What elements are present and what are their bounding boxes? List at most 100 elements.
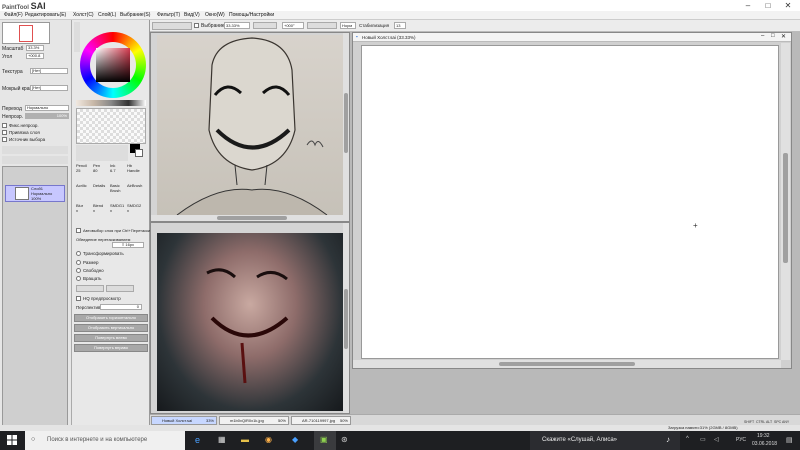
flip-horizontal-button[interactable]: Отобразить горизонтально xyxy=(74,314,148,322)
unity-icon[interactable]: ⊛ xyxy=(341,435,348,444)
brush-smdg2[interactable]: SMDG2 xyxy=(127,203,141,208)
volume-icon[interactable]: ◁ xyxy=(714,436,719,443)
zoom-field[interactable]: 33.33% xyxy=(224,22,250,29)
color-swatches[interactable] xyxy=(76,100,146,106)
notifications-icon[interactable]: ▤ xyxy=(786,436,793,444)
zoom-buttons[interactable] xyxy=(253,22,277,29)
main-vscroll[interactable] xyxy=(781,43,790,360)
main-vscroll-thumb[interactable] xyxy=(783,153,788,263)
brush-airbrush[interactable]: AirBrush xyxy=(127,183,142,188)
color-wheel[interactable] xyxy=(80,32,146,98)
main-hscroll-thumb[interactable] xyxy=(499,362,635,366)
menu-filter[interactable]: Фильтр(T) xyxy=(157,12,180,18)
texture-select[interactable]: [Нет] xyxy=(30,68,68,74)
main-window-close[interactable]: ✕ xyxy=(781,33,786,40)
drawing-hscroll[interactable] xyxy=(151,215,349,221)
photo-vscroll-thumb[interactable] xyxy=(344,289,348,349)
navigator-preview[interactable] xyxy=(2,22,50,44)
drawing-hscroll-thumb[interactable] xyxy=(217,216,287,220)
search-icon: ○ xyxy=(31,436,36,443)
maximize-button[interactable]: □ xyxy=(758,0,778,11)
taskbar-search[interactable]: ○ Поиск в интернете и на компьютере xyxy=(25,431,185,450)
doc-tab-photo[interactable]: m1b0vQlR0x1k.jpg 50% xyxy=(219,416,289,425)
taskbar-sai-active[interactable]: ▣ xyxy=(314,431,336,450)
microphone-icon[interactable]: ♪ xyxy=(666,435,670,444)
menu-file[interactable]: Файл(F) xyxy=(4,12,23,18)
photo-vscroll[interactable] xyxy=(343,223,349,413)
layer-item[interactable]: Слой1 Нормально 100% xyxy=(5,185,65,202)
menu-layer[interactable]: Слой(L) xyxy=(98,12,116,18)
windows-start-icon[interactable] xyxy=(7,435,17,445)
network-icon[interactable]: ▭ xyxy=(700,436,706,443)
hq-preview-checkbox[interactable] xyxy=(76,296,81,301)
flip-vertical-button[interactable]: Отобразить вертикально xyxy=(74,324,148,332)
rotate-buttons[interactable] xyxy=(307,22,337,29)
rotate-right-button[interactable]: Повернуть вправо xyxy=(74,344,148,352)
snap-field[interactable]: ≡ 16px xyxy=(112,242,144,248)
selection-source-checkbox[interactable] xyxy=(2,137,7,142)
transform-radio[interactable] xyxy=(76,251,81,256)
color-mode-icons[interactable] xyxy=(74,22,80,52)
rotate-left-button[interactable]: Повернуть влево xyxy=(74,334,148,342)
store-icon[interactable]: ▦ xyxy=(218,435,226,444)
layer-buttons-row2[interactable] xyxy=(2,156,68,164)
app-icon[interactable]: ◆ xyxy=(292,435,298,444)
free-radio[interactable] xyxy=(76,268,81,273)
norm-select[interactable]: Норм xyxy=(340,22,356,29)
brush-smdg1[interactable]: SMDG1 xyxy=(110,203,124,208)
main-window-titlebar[interactable]: ▪ Новый Холст.sai (33.33%) – □ ✕ xyxy=(353,33,791,42)
clock-time[interactable]: 19:32 xyxy=(757,433,770,439)
menu-edit[interactable]: Редактировать(E) xyxy=(25,12,66,18)
selection-checkbox[interactable] xyxy=(194,23,199,28)
brush-acrilic[interactable]: Acrilic xyxy=(76,183,87,188)
angle-value[interactable]: +000.8 xyxy=(26,53,44,59)
minimize-button[interactable]: – xyxy=(738,0,758,11)
effect-select[interactable]: [Нет] xyxy=(30,85,68,91)
menu-window[interactable]: Окно(W) xyxy=(205,12,225,18)
ok-button[interactable] xyxy=(76,285,104,292)
main-window-minimize[interactable]: – xyxy=(761,33,764,39)
photo-image[interactable] xyxy=(157,233,343,411)
angle-field[interactable]: +000° xyxy=(282,22,304,29)
perspective-label: Перспектива xyxy=(76,305,103,310)
tray-chevron-icon[interactable]: ^ xyxy=(686,436,689,442)
yandex-icon[interactable]: ◉ xyxy=(265,435,272,444)
auto-select-checkbox[interactable] xyxy=(76,228,81,233)
blend-select[interactable]: Нормально xyxy=(25,105,69,111)
doc-tab-main[interactable]: Новый Холст.sai 33% xyxy=(151,416,217,425)
zoom-value[interactable]: 33.3% xyxy=(26,45,44,51)
main-hscroll[interactable] xyxy=(353,360,781,368)
tool-icons[interactable] xyxy=(76,145,128,161)
menu-help[interactable]: Помощь/Настройки xyxy=(229,12,274,18)
edge-icon[interactable]: e xyxy=(195,435,200,445)
layer-buttons-row1[interactable] xyxy=(2,146,68,154)
drawing-vscroll[interactable] xyxy=(343,33,349,215)
menu-view[interactable]: Вид(V) xyxy=(184,12,200,18)
clock-date[interactable]: 03.06.2018 xyxy=(752,441,777,447)
language-indicator[interactable]: РУС xyxy=(736,437,746,443)
doc-tab-drawing[interactable]: AR-710119997.jpg 50% xyxy=(291,416,351,425)
scratchpad[interactable] xyxy=(76,108,146,144)
preserve-opacity-checkbox[interactable] xyxy=(2,123,7,128)
secondary-color[interactable] xyxy=(135,149,143,157)
alice-panel[interactable]: Скажите «Слушай, Алиса» ♪ xyxy=(530,431,680,450)
menu-canvas[interactable]: Холст(C) xyxy=(73,12,94,18)
drawing-vscroll-thumb[interactable] xyxy=(344,93,348,153)
size-radio[interactable] xyxy=(76,260,81,265)
opacity-label: Непрозр. xyxy=(2,114,24,120)
brush-details[interactable]: Details xyxy=(93,183,105,188)
rotate-radio[interactable] xyxy=(76,276,81,281)
toolbar-icons[interactable] xyxy=(152,22,192,30)
color-square[interactable] xyxy=(96,48,130,82)
close-button[interactable]: ✕ xyxy=(778,0,798,11)
menu-selection[interactable]: Выбрание(S) xyxy=(120,12,150,18)
opacity-slider[interactable]: 100% xyxy=(25,113,69,119)
main-window-maximize[interactable]: □ xyxy=(771,33,775,39)
drawing-image[interactable] xyxy=(157,35,343,215)
cancel-button[interactable] xyxy=(106,285,134,292)
perspective-field[interactable]: 0 xyxy=(100,304,142,310)
main-canvas[interactable]: + xyxy=(361,45,779,359)
clip-layer-checkbox[interactable] xyxy=(2,130,7,135)
folder-icon[interactable]: ▬ xyxy=(241,435,249,444)
stabilizer-field[interactable]: 13 xyxy=(394,22,406,29)
